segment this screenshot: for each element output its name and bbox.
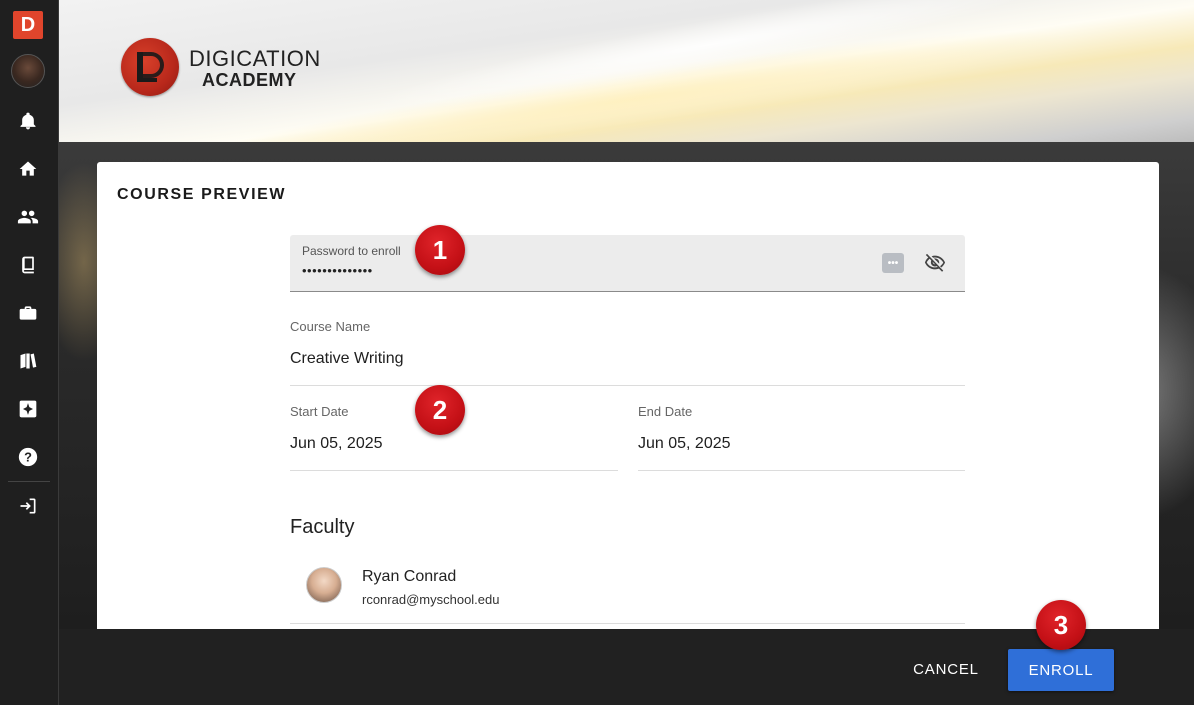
course-name-value: Creative Writing (290, 350, 404, 367)
faculty-name: Ryan Conrad (362, 568, 457, 585)
faculty-heading: Faculty (290, 516, 355, 538)
end-date-divider (638, 470, 965, 471)
svg-text:?: ? (24, 450, 32, 465)
user-avatar[interactable] (11, 54, 45, 88)
start-date-divider (290, 470, 618, 471)
password-label: Password to enroll (302, 244, 401, 258)
course-preview-card: COURSE PREVIEW Password to enroll ••••••… (97, 162, 1159, 629)
dialog-footer: CANCEL ENROLL (59, 629, 1194, 705)
books-icon[interactable] (17, 350, 39, 372)
password-manager-icon[interactable]: ••• (882, 253, 904, 273)
logo-text-academy: ACADEMY (202, 70, 297, 90)
brand-logo-badge[interactable]: D (13, 11, 43, 39)
cancel-button[interactable]: CANCEL (906, 651, 986, 687)
sparkle-icon[interactable] (17, 398, 39, 420)
help-icon[interactable]: ? (17, 446, 39, 468)
faculty-divider (290, 623, 965, 624)
bell-icon[interactable] (17, 110, 39, 132)
header-banner: DIGICATION ACADEMY (59, 0, 1194, 142)
password-field[interactable]: Password to enroll •••••••••••••• ••• (290, 235, 965, 292)
home-icon[interactable] (17, 158, 39, 180)
sidebar: D ? (0, 0, 59, 705)
faculty-email: rconrad@myschool.edu (362, 592, 500, 607)
sidebar-divider (8, 481, 50, 482)
logo-text-digication: DIGICATION (189, 46, 321, 71)
enroll-button[interactable]: ENROLL (1008, 649, 1114, 691)
people-icon[interactable] (17, 206, 39, 228)
course-name-divider (290, 385, 965, 386)
callout-marker-1: 1 (415, 225, 465, 275)
page-title: COURSE PREVIEW (117, 186, 287, 203)
logout-icon[interactable] (17, 495, 39, 517)
callout-marker-2: 2 (415, 385, 465, 435)
password-input[interactable]: •••••••••••••• (302, 263, 373, 278)
end-date-label: End Date (638, 404, 693, 419)
course-name-label: Course Name (290, 319, 371, 334)
book-icon[interactable] (17, 254, 39, 276)
briefcase-icon[interactable] (17, 302, 39, 324)
start-date-label: Start Date (290, 404, 349, 419)
start-date-value: Jun 05, 2025 (290, 435, 383, 452)
callout-marker-3: 3 (1036, 600, 1086, 650)
faculty-avatar (306, 567, 342, 603)
academy-logo[interactable] (121, 38, 179, 96)
end-date-value: Jun 05, 2025 (638, 435, 731, 452)
eye-off-icon[interactable] (924, 252, 946, 274)
